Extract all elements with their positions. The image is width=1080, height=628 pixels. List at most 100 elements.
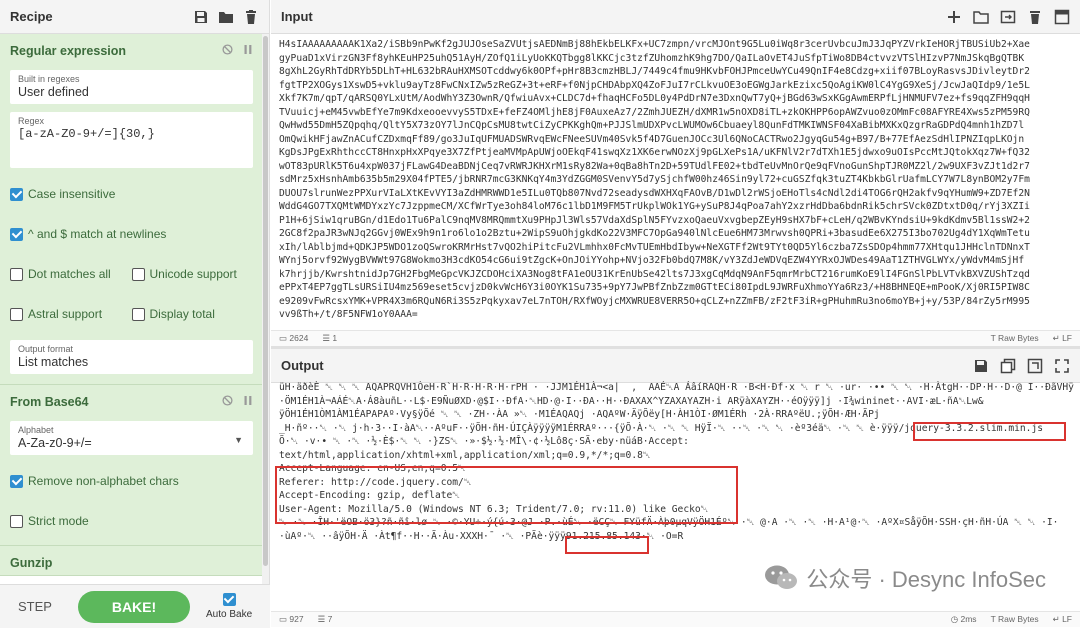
output-eol[interactable]: ↵ LF [1053,614,1072,625]
output-line: Referer: http://code.jquery.com/␀ [279,476,472,488]
input-header: Input [271,0,1080,34]
input-line: sdMrz5xHsnhAmb635b5m29X04fPTE5/jbRNR7mcG… [279,174,1030,185]
field-label: Regex [18,116,45,126]
regex-input[interactable]: Regex [a-zA-Z0-9+/=]{30,} [10,112,253,168]
eol-value: LF [1062,614,1072,624]
input-panel: Input H4sIAAAAAAAAAK1Xa2/iSBb9nPwKf2gJUJ… [271,0,1080,346]
input-encoding[interactable]: T Raw Bytes [991,333,1039,344]
clear-input-icon[interactable] [1027,9,1043,25]
checkbox-icon [10,267,23,281]
input-line: e9209vFwRcsxYMK+VPR4X3m6RQuN6Ri3S5zPqkyx… [279,295,1030,307]
output-format-select[interactable]: Output format List matches [10,340,253,374]
built-in-regexes-select[interactable]: Built in regexes User defined [10,70,253,104]
char-count-value: 927 [289,614,304,624]
checkbox-icon [10,227,23,241]
scrollbar-thumb[interactable] [263,36,268,566]
output-encoding[interactable]: T Raw Bytes [991,614,1039,625]
op-regular-expression[interactable]: Regular expression Built in regexes User… [0,34,263,385]
checkbox-label: ^ and $ match at newlines [28,227,167,241]
input-line: P1H+6jSiw1qruBGn/d1Edo1Tu6PalC9nqMV8MRQm… [279,214,1030,226]
checkbox-label: Dot matches all [28,267,111,281]
output-line: Accept-Language: en-US,en;q=0.5␀ [279,463,466,474]
save-output-icon[interactable] [973,358,989,374]
input-line: vv9ßTh+/t/8F5NFW1oY0AAA= [279,309,418,320]
field-label: Alphabet [18,425,54,435]
dot-matches-all-checkbox[interactable]: Dot matches all [10,254,132,294]
field-value: User defined [18,85,89,99]
replace-input-icon[interactable] [1027,358,1043,374]
input-line: Xkf7K7m/qpT/qARSQ0YLxUtM/AodWhY3Z3OwnR/Q… [279,93,1030,104]
bake-time-value: 2ms [960,614,977,624]
op-from-base64[interactable]: From Base64 Alphabet A-Za-z0-9+/= ▼ Remo… [0,385,263,546]
field-label: Output format [18,344,74,354]
maximise-icon[interactable] [1054,358,1070,374]
output-line: Accept-Encoding: gzip, deflate␀ [279,490,460,501]
pause-icon[interactable] [243,44,253,58]
input-line: fgtTP2XOGys1XswD5+vklu9ayTz8FwCNxIZw5zRe… [279,79,1030,91]
checkbox-icon [10,474,23,488]
field-value: [a-zA-Z0-9+/=]{30,} [18,127,155,141]
input-line: WddG4GO7TXQMtWMDYxzYc7JzppmeCM/XCfWrTye3… [279,201,1030,212]
input-eol[interactable]: ↵ LF [1053,333,1072,344]
display-total-checkbox[interactable]: Display total [131,294,254,334]
add-tab-icon[interactable] [946,9,962,25]
op-title: From Base64 [10,395,89,409]
line-count: ☰ 1 [322,333,338,343]
pause-icon[interactable] [243,395,253,409]
remove-non-alphabet-checkbox[interactable]: Remove non-alphabet chars [10,461,253,501]
input-line: TVuuicj+eM45vwbEfYe7m9KdxeooevvyS5TDxE+f… [279,106,1030,118]
bake-button[interactable]: BAKE! [78,590,190,623]
output-line: ␀ ·␀ ·ÎH·'ëOB·ö3}?ñ·ñî·lø ␀ ·©·YU÷·ý{ú·3… [279,517,1059,528]
checkbox-label: Astral support [28,307,103,321]
trash-icon[interactable] [243,9,259,25]
checkbox-icon [10,307,23,321]
checkbox-icon [222,593,236,606]
input-line: 2GC8f2paJR3wNJq2GGvj0WEx9h9n1ro6lo1o2Bzt… [279,228,1030,239]
disable-icon[interactable] [222,44,233,58]
recipe-scrollbar[interactable] [262,34,269,584]
output-line: _H·ñº··␀ ·␀ j·h·3··I·àA␀··AºuF··ÿÕH·ñH·Ú… [279,422,1044,434]
case-insensitive-checkbox[interactable]: Case insensitive [10,174,253,214]
encoding-value: Raw Bytes [997,333,1039,343]
checkbox-label: Display total [149,307,215,321]
output-statusbar: ▭ 927 ☰ 7 ◷ 2ms T Raw Bytes ↵ LF [271,611,1080,627]
output-title: Output [281,358,324,373]
step-button[interactable]: STEP [8,593,62,621]
input-line: 8gXhL2GyRhTdDRYb5DLhT+HL632bRAuHXMSOTcdd… [279,66,1030,77]
char-count-value: 2624 [289,333,309,343]
disable-icon[interactable] [222,395,233,409]
output-line: text/html,application/xhtml+xml,applicat… [279,449,651,461]
folder-icon[interactable] [218,9,234,25]
alphabet-select[interactable]: Alphabet A-Za-z0-9+/= ▼ [10,421,253,455]
checkbox-icon [131,307,145,321]
auto-bake-checkbox[interactable]: Auto Bake [206,593,252,620]
input-textarea[interactable]: H4sIAAAAAAAAAK1Xa2/iSBb9nPwKf2gJUJOseSaZ… [279,38,1074,323]
checkbox-icon [131,267,145,281]
input-line: xIh/lAblbjmd+QDKJP5WDO1zoQSwroKRMrHst7vQ… [279,241,1030,253]
line-count: ☰ 7 [317,614,333,624]
char-count: ▭ 927 [279,614,304,624]
input-statusbar: ▭ 2624 ☰ 1 T Raw Bytes ↵ LF [271,330,1080,346]
copy-output-icon[interactable] [1000,358,1016,374]
open-file-icon[interactable] [1000,9,1016,25]
output-line: Õ·␀ ·v·• ␀ ·␀ ·½·È$·␀ ␀ ·}ZS␀ ·»·$½·½·MÎ… [279,436,689,447]
input-line: k7hrjjb/KwrshtnidJp7GH2FbgMeGpcVKJZCDOHc… [279,268,1030,280]
save-icon[interactable] [193,9,209,25]
layout-icon[interactable] [1054,9,1070,25]
watermark: 公众号 · Desync InfoSec [764,562,1046,594]
strict-mode-checkbox[interactable]: Strict mode [10,501,253,541]
line-count-value: 7 [327,614,333,624]
output-panel: Output üH·äðèÈ ␀ ␀ ␀ AQAPRQVH1ÒeH·R`H·R·… [271,349,1080,628]
input-line: wOT83pURlK5T6u4xpW037jFLawG4DeaBDNjCeq7v… [279,160,1030,172]
field-label: Built in regexes [18,74,80,84]
open-folder-icon[interactable] [973,9,989,25]
recipe-list: Regular expression Built in regexes User… [0,34,263,584]
unicode-support-checkbox[interactable]: Unicode support [131,254,254,294]
eol-value: LF [1062,333,1072,343]
op-gunzip[interactable]: Gunzip [0,546,263,576]
watermark-text: 公众号 · Desync InfoSec [806,567,1046,592]
checkbox-icon [10,187,23,201]
line-count-value: 1 [332,333,338,343]
anchors-newlines-checkbox[interactable]: ^ and $ match at newlines [10,214,253,254]
astral-support-checkbox[interactable]: Astral support [10,294,132,334]
